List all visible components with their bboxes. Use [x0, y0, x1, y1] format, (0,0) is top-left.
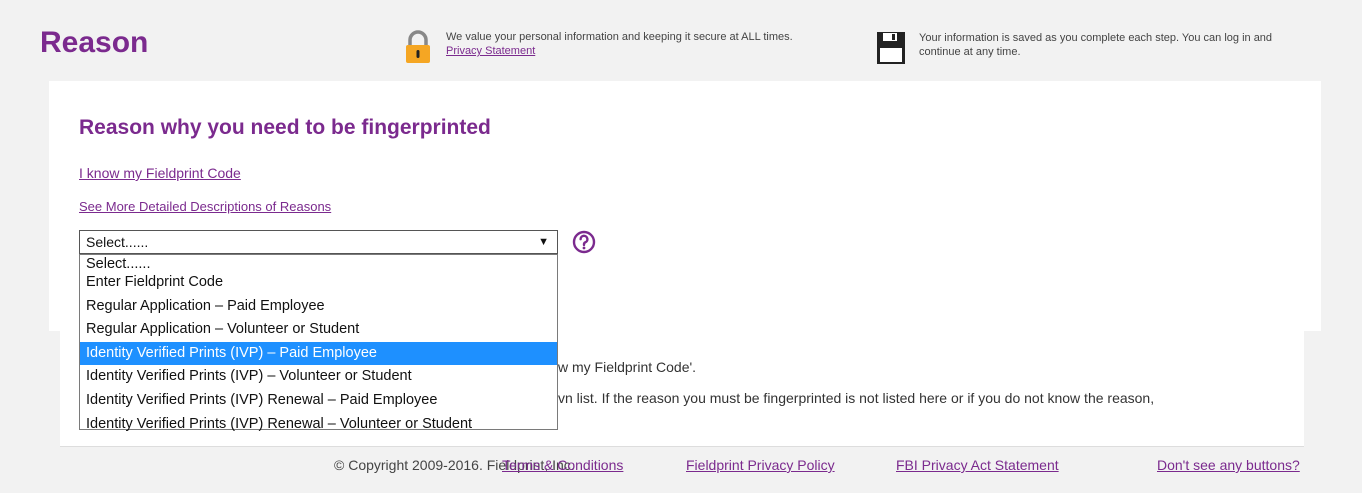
dropdown-option[interactable]: Identity Verified Prints (IVP) Renewal –… — [80, 413, 557, 437]
instruction-text-1: w my Fieldprint Code'. — [558, 359, 697, 375]
security-notice-text: We value your personal information and k… — [446, 31, 793, 43]
reason-dropdown-list[interactable]: Select...... Enter Fieldprint Code Regul… — [79, 254, 558, 432]
dropdown-option[interactable]: Regular Application – Volunteer or Stude… — [80, 318, 557, 342]
reason-select[interactable]: Select...... ▼ — [79, 230, 558, 254]
fbi-privacy-act-link[interactable]: FBI Privacy Act Statement — [896, 457, 1059, 473]
privacy-policy-link[interactable]: Fieldprint Privacy Policy — [686, 457, 835, 473]
saved-notice-text: Your information is saved as you complet… — [919, 32, 1273, 58]
detailed-descriptions-link[interactable]: See More Detailed Descriptions of Reason… — [79, 199, 331, 214]
page-title: Reason — [40, 26, 149, 59]
question-circle-icon[interactable] — [572, 230, 596, 254]
reason-select-value: Select...... — [86, 234, 149, 250]
chevron-down-icon: ▼ — [538, 236, 549, 248]
dropdown-option[interactable]: Enter Fieldprint Code — [80, 271, 557, 295]
know-fieldprint-code-link[interactable]: I know my Fieldprint Code — [79, 165, 241, 181]
dropdown-option[interactable]: Select...... — [80, 257, 557, 272]
security-notice: We value your personal information and k… — [403, 30, 793, 64]
privacy-statement-link[interactable]: Privacy Statement — [446, 45, 535, 57]
section-title: Reason why you need to be fingerprinted — [79, 116, 491, 139]
dropdown-option[interactable]: Identity Verified Prints (IVP) Renewal –… — [80, 389, 557, 413]
dont-see-buttons-link[interactable]: Don't see any buttons? — [1157, 457, 1300, 473]
saved-notice: Your information is saved as you complet… — [876, 31, 1316, 65]
dropdown-option[interactable]: Identity Verified Prints (IVP) – Volunte… — [80, 365, 557, 389]
footer: © Copyright 2009-2016. Fieldprint, Inc. … — [0, 448, 1362, 488]
dropdown-option[interactable]: Regular Application – Paid Employee — [80, 295, 557, 319]
terms-conditions-link[interactable]: Terms & Conditions — [502, 457, 623, 473]
lock-icon — [406, 30, 430, 63]
floppy-disk-icon — [877, 32, 905, 64]
dropdown-option-highlighted[interactable]: Identity Verified Prints (IVP) – Paid Em… — [80, 341, 557, 366]
instruction-text-2: vn list. If the reason you must be finge… — [558, 390, 1155, 406]
